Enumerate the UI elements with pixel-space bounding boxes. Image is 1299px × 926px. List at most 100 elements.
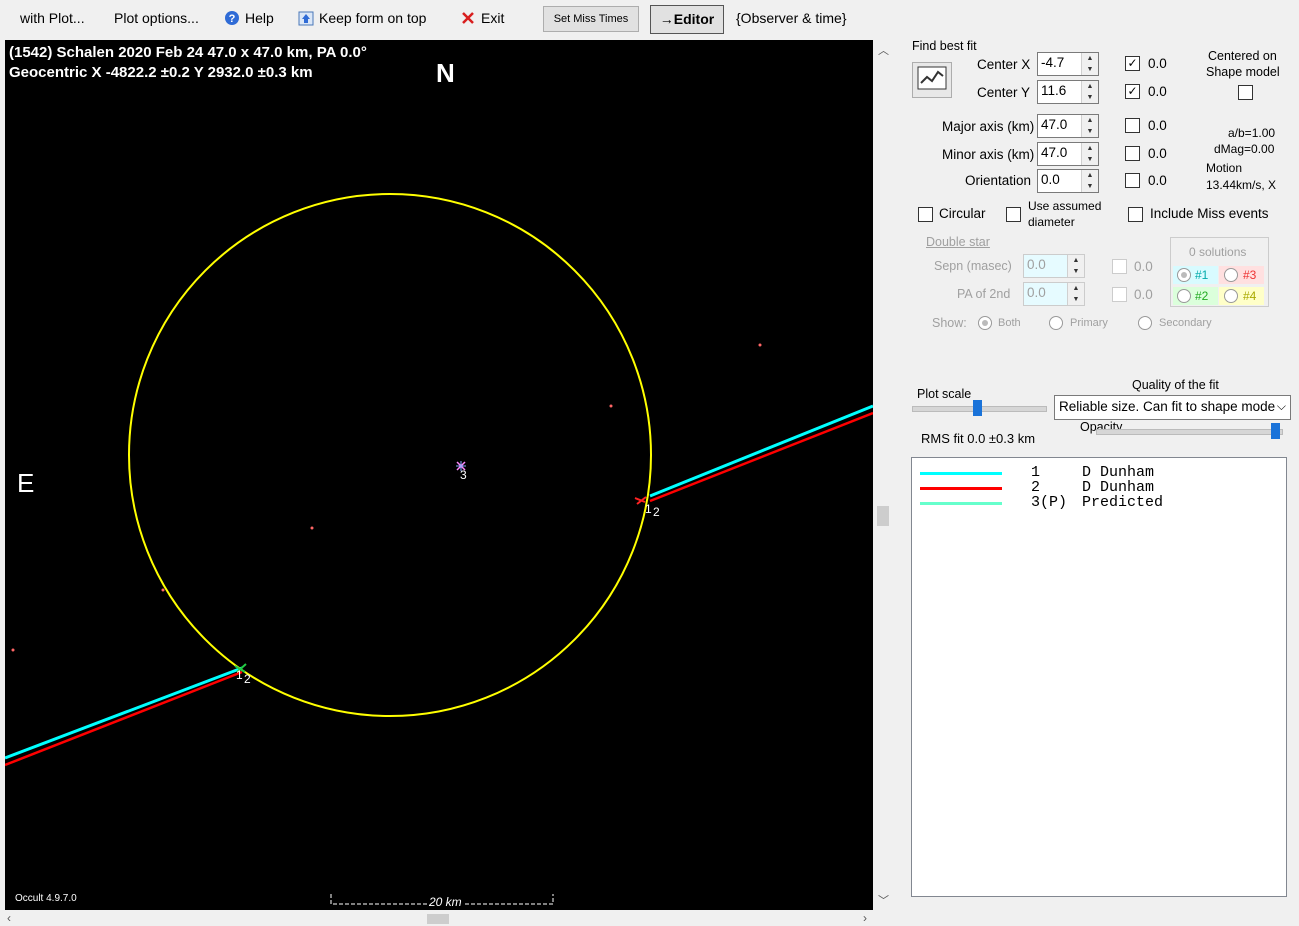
chord-label-1-west: 1 — [236, 668, 243, 682]
point-b — [609, 404, 613, 408]
observer-legend[interactable]: 1 D Dunham 2 D Dunham 3(P) Predicted — [911, 457, 1287, 897]
legend-num: 3(P) — [1031, 494, 1068, 511]
opacity-slider[interactable] — [1271, 423, 1280, 439]
major-axis-checkbox[interactable] — [1125, 118, 1140, 133]
minor-axis-input[interactable]: 47.0 ▲ ▼ — [1037, 142, 1099, 166]
center-y-fit-value: 0.0 — [1148, 84, 1167, 99]
center-y-label: Center Y — [977, 85, 1031, 100]
vertical-scrollbar[interactable]: ︿ ﹀ — [874, 40, 892, 912]
horizontal-scrollbar[interactable]: ‹ › — [5, 911, 873, 926]
scale-label: 20 km — [427, 895, 464, 909]
center-y-spinner[interactable]: ▲ ▼ — [1081, 81, 1098, 103]
help-menu[interactable]: ? Help — [224, 10, 274, 26]
minor-axis-spinner[interactable]: ▲ ▼ — [1081, 143, 1098, 165]
solution-4-radio[interactable] — [1224, 289, 1238, 303]
show-both-radio[interactable] — [978, 316, 992, 330]
minor-axis-label: Minor axis (km) — [942, 147, 1035, 162]
solution-1-radio[interactable] — [1177, 268, 1191, 282]
pa-2nd-spinner[interactable]: ▲ ▼ — [1067, 283, 1084, 305]
double-star-label: Double star — [926, 235, 990, 249]
rms-fit-label: RMS fit 0.0 ±0.3 km — [921, 431, 1036, 446]
solution-4-label: #4 — [1243, 289, 1257, 303]
diameter-label: diameter — [1028, 215, 1075, 229]
chord-label-2-west: 2 — [244, 672, 251, 686]
horizontal-scroll-thumb[interactable] — [427, 914, 449, 924]
exit-menu[interactable]: Exit — [460, 10, 504, 26]
minor-axis-value: 47.0 — [1041, 145, 1068, 160]
plot-scale-label: Plot scale — [917, 387, 972, 401]
pa-2nd-input[interactable]: 0.0 ▲ ▼ — [1023, 282, 1085, 306]
scroll-down-icon[interactable]: ﹀ — [878, 892, 889, 908]
dmag-value: dMag=0.00 — [1214, 142, 1275, 156]
quality-select[interactable]: Reliable size. Can fit to shape mode ⌵ — [1054, 395, 1291, 420]
center-y-input[interactable]: 11.6 ▲ ▼ — [1037, 80, 1099, 104]
circular-label: Circular — [939, 206, 986, 221]
quality-selected-value: Reliable size. Can fit to shape mode — [1059, 399, 1276, 414]
scroll-left-icon[interactable]: ‹ — [7, 911, 11, 925]
centered-on-shape-checkbox[interactable] — [1238, 85, 1253, 100]
solutions-label: 0 solutions — [1189, 245, 1247, 259]
editor-button[interactable]: →Editor — [650, 5, 724, 34]
center-x-label: Center X — [977, 57, 1031, 72]
scroll-right-icon[interactable]: › — [863, 911, 867, 925]
show-both-label: Both — [998, 317, 1021, 329]
plot-scale-slider[interactable] — [973, 400, 982, 416]
solution-3-label: #3 — [1243, 268, 1257, 282]
version-label: Occult 4.9.7.0 — [15, 893, 77, 904]
major-axis-input[interactable]: 47.0 ▲ ▼ — [1037, 114, 1099, 138]
legend-row[interactable]: 3(P) Predicted — [912, 494, 1286, 511]
vertical-scroll-thumb[interactable] — [877, 506, 889, 526]
show-primary-label: Primary — [1070, 317, 1108, 329]
set-miss-times-button[interactable]: Set Miss Times — [543, 6, 639, 32]
show-primary-radio[interactable] — [1049, 316, 1063, 330]
use-assumed-label: Use assumed — [1028, 199, 1102, 213]
circular-checkbox[interactable] — [918, 207, 933, 222]
plot-options-menu[interactable]: Plot options... — [114, 10, 199, 26]
centered-on-label: Centered on — [1208, 49, 1277, 63]
orientation-spinner[interactable]: ▲ ▼ — [1081, 170, 1098, 192]
shape-model-label: Shape model — [1206, 65, 1280, 79]
fit-graph-icon — [917, 66, 947, 90]
center-x-spinner[interactable]: ▲ ▼ — [1081, 53, 1098, 75]
solution-2-radio[interactable] — [1177, 289, 1191, 303]
keep-on-top-label: Keep form on top — [319, 10, 427, 26]
opacity-track — [1096, 429, 1283, 435]
sepn-input[interactable]: 0.0 ▲ ▼ — [1023, 254, 1085, 278]
chord-1-west — [5, 666, 243, 760]
center-y-value: 11.6 — [1041, 83, 1067, 98]
show-secondary-radio[interactable] — [1138, 316, 1152, 330]
use-assumed-diameter-checkbox[interactable] — [1006, 207, 1021, 222]
center-x-value: -4.7 — [1041, 55, 1065, 70]
orientation-checkbox[interactable] — [1125, 173, 1140, 188]
point-e — [11, 648, 15, 652]
point-c — [310, 526, 314, 530]
orientation-input[interactable]: 0.0 ▲ ▼ — [1037, 169, 1099, 193]
observer-time-menu[interactable]: {Observer & time} — [736, 10, 847, 26]
scroll-up-icon[interactable]: ︿ — [878, 42, 889, 58]
plot-title: (1542) Schalen 2020 Feb 24 47.0 x 47.0 k… — [9, 44, 367, 61]
point-a — [758, 343, 762, 347]
pa-2nd-label: PA of 2nd — [957, 287, 1011, 301]
sepn-spinner[interactable]: ▲ ▼ — [1067, 255, 1084, 277]
exit-label: Exit — [481, 10, 505, 26]
center-y-checkbox[interactable]: ✓ — [1125, 84, 1140, 99]
sepn-checkbox[interactable] — [1112, 259, 1127, 274]
keep-on-top-menu[interactable]: Keep form on top — [298, 10, 426, 26]
chord-label-1-east: 1 — [645, 502, 652, 516]
minor-axis-checkbox[interactable] — [1125, 146, 1140, 161]
find-best-fit-button[interactable] — [912, 62, 952, 98]
occultation-plot[interactable]: (1542) Schalen 2020 Feb 24 47.0 x 47.0 k… — [5, 40, 873, 910]
with-plot-menu[interactable]: with Plot... — [20, 10, 85, 26]
sepn-fit-value: 0.0 — [1134, 259, 1153, 274]
center-x-input[interactable]: -4.7 ▲ ▼ — [1037, 52, 1099, 76]
include-miss-checkbox[interactable] — [1128, 207, 1143, 222]
solution-3-radio[interactable] — [1224, 268, 1238, 282]
asteroid-outline — [128, 193, 652, 717]
center-x-checkbox[interactable]: ✓ — [1125, 56, 1140, 71]
with-plot-label: with Plot... — [20, 10, 85, 26]
chord-1-east — [649, 404, 873, 498]
major-axis-spinner[interactable]: ▲ ▼ — [1081, 115, 1098, 137]
pa-2nd-checkbox[interactable] — [1112, 287, 1127, 302]
chord-2-east — [649, 411, 873, 503]
north-label: N — [436, 58, 455, 88]
